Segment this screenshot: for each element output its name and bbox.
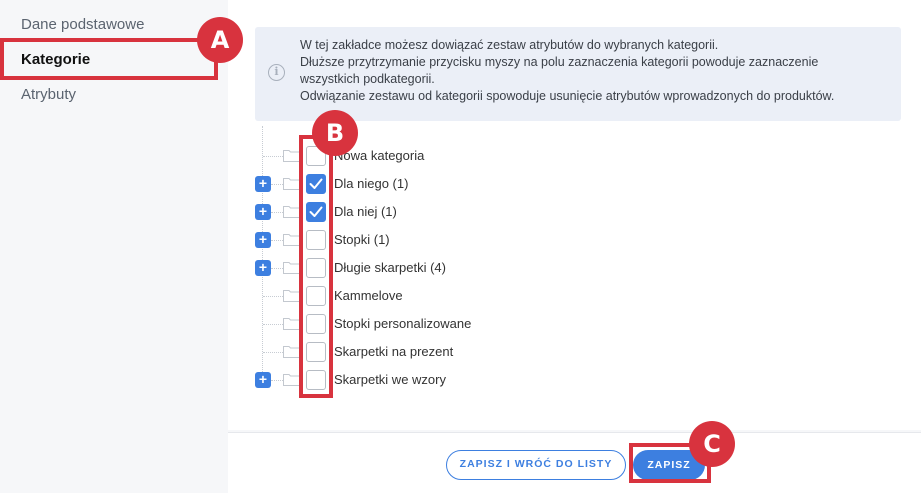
- category-row: + Dla niej (1): [0, 198, 921, 226]
- highlight-frame-b: [299, 135, 333, 398]
- category-label[interactable]: Dla niego (1): [334, 176, 408, 191]
- highlight-frame-a: [0, 38, 218, 80]
- category-row: Skarpetki na prezent: [0, 338, 921, 366]
- category-row: + Skarpetki we wzory: [0, 366, 921, 394]
- folder-icon: [283, 289, 300, 302]
- category-label[interactable]: Kammelove: [334, 288, 403, 303]
- marker-b: B: [312, 110, 358, 156]
- info-line: Odwiązanie zestawu od kategorii spowoduj…: [300, 89, 835, 103]
- folder-icon: [283, 373, 300, 386]
- expand-plus-icon[interactable]: +: [255, 260, 271, 276]
- folder-icon: [283, 233, 300, 246]
- save-and-back-button[interactable]: ZAPISZ I WRÓĆ DO LISTY: [446, 450, 626, 480]
- folder-icon: [283, 317, 300, 330]
- category-label[interactable]: Skarpetki na prezent: [334, 344, 453, 359]
- category-row: + Stopki (1): [0, 226, 921, 254]
- folder-icon: [283, 345, 300, 358]
- tree-branch: [271, 268, 283, 269]
- expand-plus-icon[interactable]: +: [255, 232, 271, 248]
- info-box: i W tej zakładce możesz dowiązać zestaw …: [255, 27, 901, 121]
- footer-bar: ZAPISZ I WRÓĆ DO LISTY ZAPISZ: [228, 432, 921, 493]
- folder-icon: [283, 261, 300, 274]
- tree-branch: [263, 352, 283, 353]
- tree-branch: [271, 380, 283, 381]
- sidebar-item-atrybuty[interactable]: Atrybuty: [21, 86, 76, 103]
- category-row: Nowa kategoria: [0, 142, 921, 170]
- category-label[interactable]: Długie skarpetki (4): [334, 260, 446, 275]
- tree-branch: [271, 184, 283, 185]
- marker-c: C: [689, 421, 735, 467]
- tree-branch: [263, 156, 283, 157]
- category-row: + Długie skarpetki (4): [0, 254, 921, 282]
- marker-a: A: [197, 17, 243, 63]
- category-label[interactable]: Skarpetki we wzory: [334, 372, 446, 387]
- category-row: Stopki personalizowane: [0, 310, 921, 338]
- info-text: W tej zakładce możesz dowiązać zestaw at…: [300, 37, 890, 105]
- tree-branch: [263, 296, 283, 297]
- folder-icon: [283, 149, 300, 162]
- tree-branch: [263, 324, 283, 325]
- tree-branch: [271, 240, 283, 241]
- category-label[interactable]: Stopki personalizowane: [334, 316, 471, 331]
- folder-icon: [283, 177, 300, 190]
- folder-icon: [283, 205, 300, 218]
- category-label[interactable]: Stopki (1): [334, 232, 390, 247]
- expand-plus-icon[interactable]: +: [255, 176, 271, 192]
- expand-plus-icon[interactable]: +: [255, 204, 271, 220]
- tree-branch: [271, 212, 283, 213]
- category-row: Kammelove: [0, 282, 921, 310]
- category-row: + Dla niego (1): [0, 170, 921, 198]
- expand-plus-icon[interactable]: +: [255, 372, 271, 388]
- info-line: wszystkich podkategorii.: [300, 72, 435, 86]
- category-label[interactable]: Dla niej (1): [334, 204, 397, 219]
- info-line: Dłuższe przytrzymanie przycisku myszy na…: [300, 55, 819, 69]
- info-line: W tej zakładce możesz dowiązać zestaw at…: [300, 38, 719, 52]
- sidebar-item-dane-podstawowe[interactable]: Dane podstawowe: [21, 16, 144, 33]
- info-icon: i: [268, 64, 285, 81]
